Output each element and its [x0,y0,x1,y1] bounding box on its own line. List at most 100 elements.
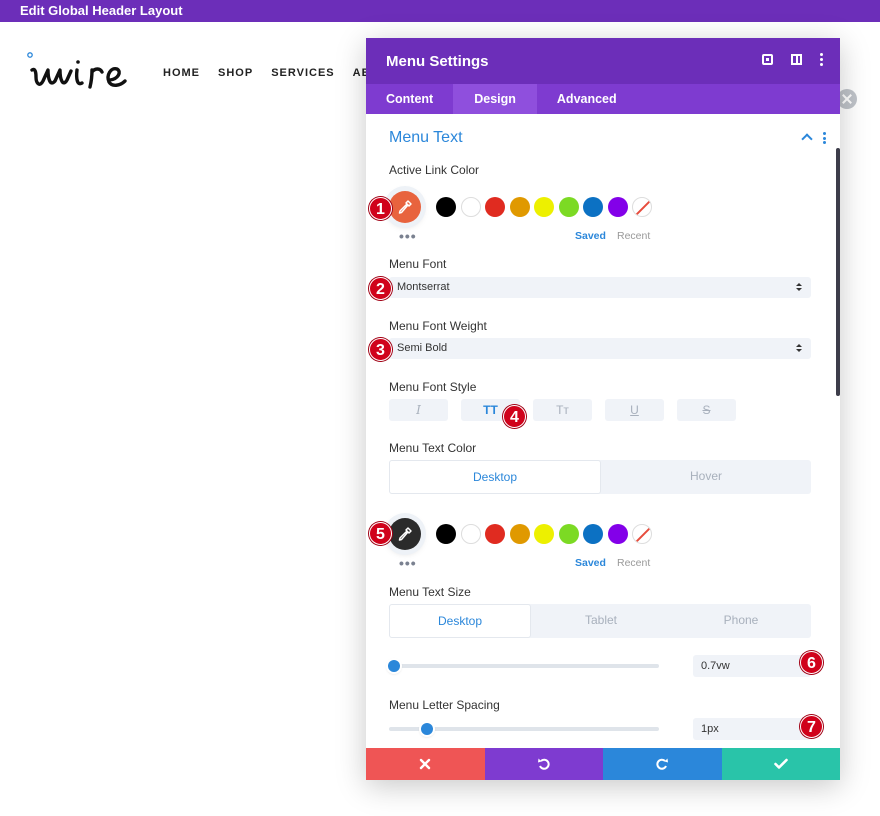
color-swatch[interactable] [583,524,603,544]
section-actions [801,132,826,146]
tab-desktop[interactable]: Desktop [389,604,531,638]
active-link-color-swatches [436,197,652,217]
color-swatch[interactable] [460,524,481,544]
checkmark-icon [773,758,788,769]
more-colors-icon[interactable]: ••• [399,228,417,244]
split-view-icon[interactable] [791,54,802,65]
modal-body: Menu Text Active Link Color ••• Saved Re… [366,114,840,748]
tab-content[interactable]: Content [366,84,453,114]
modal-footer [366,748,840,780]
more-colors-icon[interactable]: ••• [399,555,417,571]
site-logo [27,52,127,89]
menu-letter-spacing-input[interactable]: 1px [693,718,811,740]
scrollbar[interactable] [836,148,840,396]
fullscreen-icon[interactable] [762,54,773,65]
undo-button[interactable] [484,748,603,780]
strikethrough-button[interactable]: S [677,399,736,421]
menu-text-color-picker[interactable] [389,518,421,550]
select-arrows-icon [796,283,802,291]
menu-letter-spacing-slider[interactable] [389,723,659,735]
menu-text-size-input[interactable]: 0.7vw [693,655,811,677]
recent-colors-tab[interactable]: Recent [617,230,650,242]
discard-button[interactable] [366,748,485,780]
undo-icon [537,758,550,770]
section-title[interactable]: Menu Text [389,129,463,147]
callout-badge: 1 [369,197,392,220]
menu-text-size-device-tabs: Desktop Tablet Phone [389,604,811,638]
modal-tabs: Content Design Advanced [366,84,840,114]
color-swatch[interactable] [509,197,530,217]
saved-colors-tab[interactable]: Saved [575,230,606,242]
color-swatch[interactable] [485,524,505,544]
saved-colors-tab[interactable]: Saved [575,557,606,569]
color-swatch[interactable] [509,524,530,544]
tab-advanced[interactable]: Advanced [537,84,637,114]
color-swatch[interactable] [534,197,554,217]
callout-badge: 2 [369,277,392,300]
close-icon[interactable] [837,89,857,109]
color-swatch[interactable] [558,524,579,544]
capitalize-button[interactable]: Tт [533,399,592,421]
tab-desktop[interactable]: Desktop [389,460,601,494]
site-nav-shop[interactable]: SHOP [218,67,253,79]
eyedropper-icon [398,527,412,541]
color-swatch[interactable] [534,524,554,544]
menu-letter-spacing-label: Menu Letter Spacing [389,698,500,712]
builder-title-bar: Edit Global Header Layout [0,0,880,22]
site-nav: HOME SHOP SERVICES ABO [163,67,380,79]
menu-font-select[interactable]: Montserrat [389,277,811,298]
select-arrows-icon [796,344,802,352]
menu-font-weight-select[interactable]: Semi Bold [389,338,811,359]
tab-design[interactable]: Design [453,84,537,114]
callout-badge: 6 [800,651,823,674]
underline-button[interactable]: U [605,399,664,421]
callout-badge: 5 [369,522,392,545]
site-nav-services[interactable]: SERVICES [271,67,334,79]
color-swatch[interactable] [632,524,652,544]
menu-font-label: Menu Font [389,257,447,271]
eyedropper-icon [398,200,412,214]
tab-phone[interactable]: Phone [671,604,811,638]
section-menu-icon[interactable] [823,132,826,146]
color-swatch[interactable] [607,197,628,217]
chevron-up-icon[interactable] [801,133,813,145]
builder-title: Edit Global Header Layout [20,3,183,18]
font-style-buttons: I TT Tт U S [389,399,736,421]
settings-modal: Menu Settings Content Design Advanced Me… [366,38,840,780]
save-button[interactable] [721,748,840,780]
color-swatch[interactable] [485,197,505,217]
menu-font-weight-label: Menu Font Weight [389,319,487,333]
redo-icon [656,758,669,770]
menu-text-color-label: Menu Text Color [389,441,477,455]
menu-font-style-label: Menu Font Style [389,380,477,394]
italic-button[interactable]: I [389,399,448,421]
color-swatch[interactable] [583,197,603,217]
callout-badge: 4 [503,405,526,428]
recent-colors-tab[interactable]: Recent [617,557,650,569]
menu-text-color-swatches [436,524,652,544]
active-link-color-picker[interactable] [389,191,421,223]
close-icon [420,758,431,770]
more-options-icon[interactable] [820,53,824,67]
modal-header-actions [762,53,824,67]
tab-tablet[interactable]: Tablet [531,604,671,638]
color-swatch[interactable] [558,197,579,217]
active-link-color-label: Active Link Color [389,163,480,177]
menu-text-color-tabs: Desktop Hover [389,460,811,494]
redo-button[interactable] [603,748,722,780]
slider-handle[interactable] [388,660,401,672]
callout-badge: 3 [369,338,392,361]
modal-header: Menu Settings [366,38,840,84]
callout-badge: 7 [800,715,823,738]
menu-font-weight-value: Semi Bold [397,342,448,354]
slider-handle[interactable] [420,723,433,735]
menu-font-value: Montserrat [397,281,450,293]
color-swatch[interactable] [460,197,481,217]
menu-text-size-slider[interactable] [388,660,659,672]
color-swatch[interactable] [632,197,652,217]
color-swatch[interactable] [436,197,456,217]
color-swatch[interactable] [607,524,628,544]
color-swatch[interactable] [436,524,456,544]
tab-hover[interactable]: Hover [601,460,811,494]
site-nav-home[interactable]: HOME [163,67,200,79]
